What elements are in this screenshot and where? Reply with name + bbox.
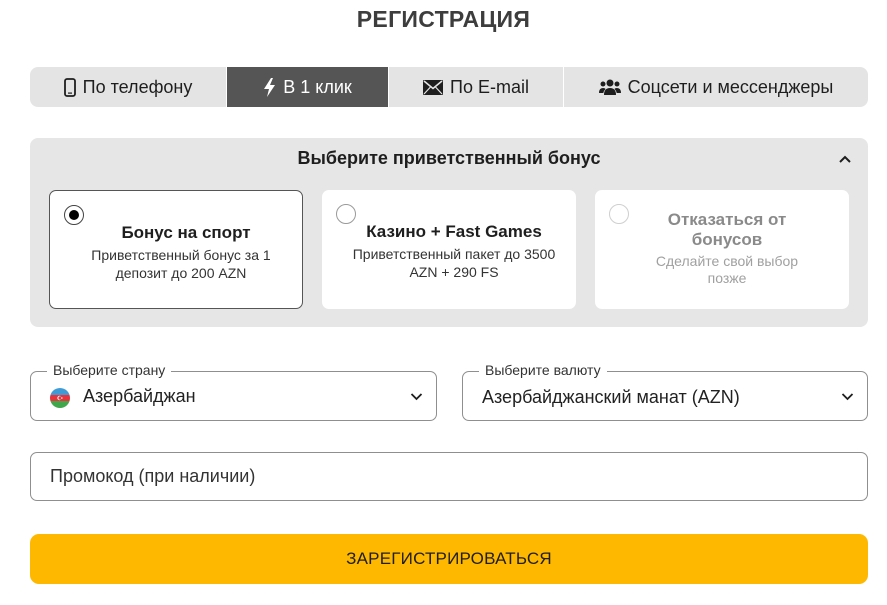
bonus-options: Бонус на спорт Приветственный бонус за 1…	[49, 190, 849, 309]
country-value: Азербайджан	[83, 386, 196, 406]
chevron-down-icon	[410, 393, 423, 401]
tab-email[interactable]: По E-mail	[389, 67, 564, 107]
bonus-option-description: Приветственный бонус за 1 депозит до 200…	[91, 247, 271, 281]
tab-social[interactable]: Соцсети и мессенджеры	[564, 67, 868, 107]
country-select[interactable]: Выберите страну Азербайджан	[30, 362, 437, 421]
bonus-option-decline[interactable]: Отказаться от бонусов Сделайте свой выбо…	[595, 190, 849, 309]
tab-label: В 1 клик	[283, 76, 352, 97]
tab-phone[interactable]: По телефону	[30, 67, 227, 107]
azerbaijan-flag-icon	[50, 388, 70, 408]
register-button[interactable]: ЗАРЕГИСТРИРОВАТЬСЯ	[30, 534, 868, 584]
chevron-up-icon[interactable]	[838, 154, 852, 164]
bonus-option-title: Бонус на спорт	[121, 223, 251, 242]
bonus-option-sport[interactable]: Бонус на спорт Приветственный бонус за 1…	[49, 190, 303, 309]
bonus-panel: Выберите приветственный бонус Бонус на с…	[30, 138, 868, 327]
users-icon	[598, 79, 621, 95]
currency-value: Азербайджанский манат (AZN)	[482, 387, 740, 407]
registration-tabs: По телефону В 1 клик По E-mail Соцсети и…	[30, 67, 868, 107]
bonus-option-description: Сделайте свой выбор позже	[655, 253, 799, 286]
page-title: РЕГИСТРАЦИЯ	[356, 6, 531, 32]
phone-icon	[63, 77, 76, 97]
bonus-option-description: Приветственный пакет до 3500 AZN + 290 F…	[352, 246, 556, 280]
bonus-option-title: Отказаться от бонусов	[667, 210, 787, 249]
bonus-heading: Выберите приветственный бонус	[297, 148, 601, 168]
envelope-icon	[423, 79, 444, 95]
currency-label: Выберите валюту	[479, 362, 607, 378]
radio-button[interactable]	[336, 204, 356, 224]
tab-one-click[interactable]: В 1 клик	[227, 67, 389, 107]
currency-select[interactable]: Выберите валюту Азербайджанский манат (A…	[462, 362, 868, 421]
bonus-option-title: Казино + Fast Games	[366, 222, 542, 241]
tab-label: По E-mail	[450, 76, 529, 97]
promo-code-input[interactable]	[31, 453, 867, 500]
tab-label: Соцсети и мессенджеры	[627, 76, 834, 97]
promo-code-field	[30, 452, 868, 501]
country-label: Выберите страну	[47, 362, 172, 378]
chevron-down-icon	[841, 393, 854, 401]
radio-button[interactable]	[609, 204, 629, 224]
tab-label: По телефону	[82, 76, 193, 97]
lightning-icon	[263, 77, 276, 97]
bonus-option-casino[interactable]: Казино + Fast Games Приветственный пакет…	[322, 190, 576, 309]
radio-button[interactable]	[64, 205, 84, 225]
